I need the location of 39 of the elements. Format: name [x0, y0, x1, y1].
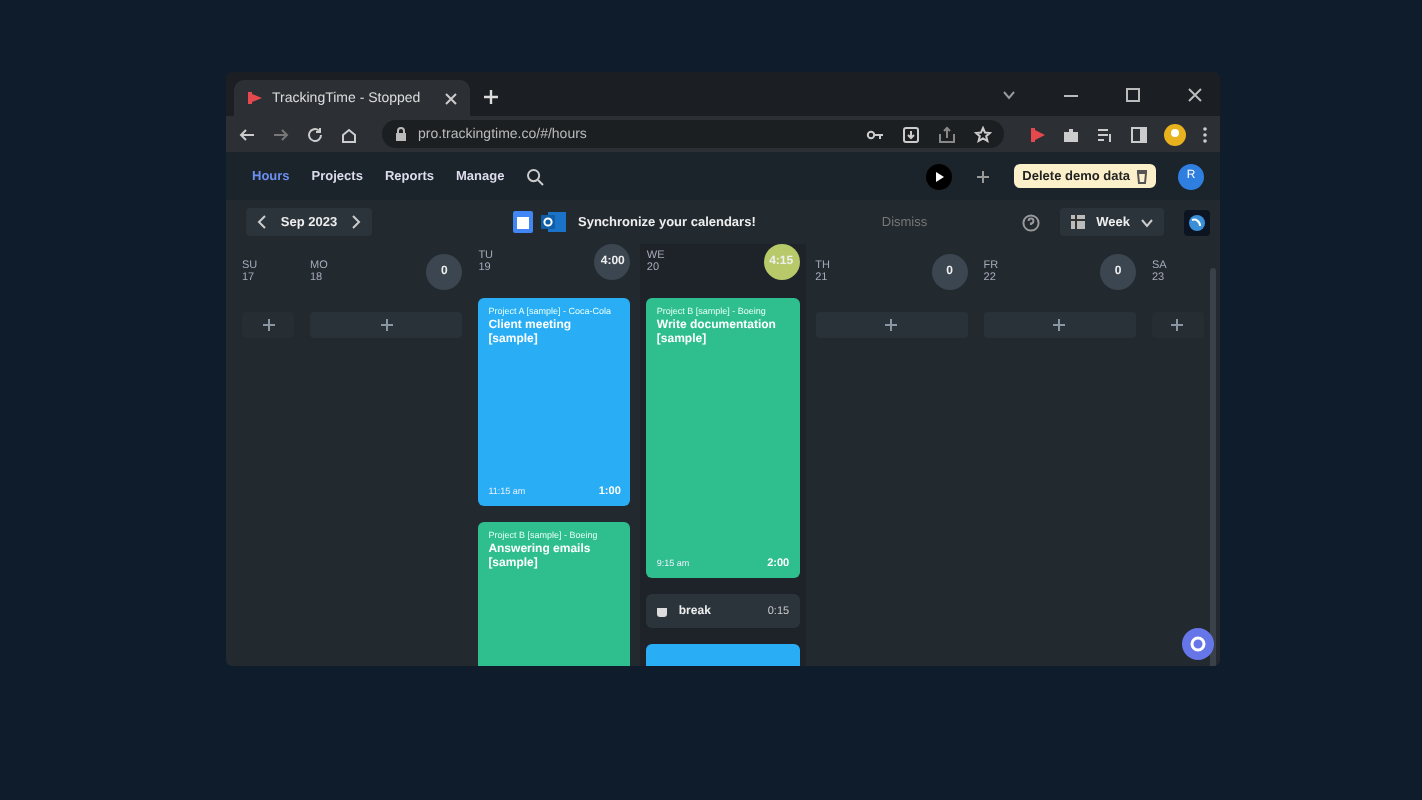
add-entry-button[interactable] [242, 312, 294, 338]
settings-fab-icon[interactable] [1182, 628, 1214, 660]
close-icon[interactable] [1186, 85, 1204, 103]
next-icon[interactable] [350, 214, 362, 230]
add-entry-button[interactable] [1151, 312, 1204, 338]
play-icon[interactable] [926, 163, 953, 189]
add-icon[interactable] [974, 167, 993, 185]
lock-icon[interactable] [394, 126, 408, 142]
prev-icon[interactable] [256, 214, 268, 230]
search-icon[interactable] [526, 167, 545, 185]
star-icon[interactable] [974, 125, 992, 143]
add-icon[interactable] [1052, 318, 1067, 332]
new-tab-icon[interactable] [482, 88, 500, 106]
app-icon[interactable] [246, 90, 262, 106]
add-icon[interactable] [379, 318, 394, 332]
maximize-icon[interactable] [1124, 85, 1142, 103]
back-icon[interactable] [238, 125, 256, 143]
add-icon[interactable] [1170, 318, 1185, 332]
grid-icon[interactable] [1070, 214, 1087, 230]
profile-avatar-icon[interactable] [1164, 123, 1186, 145]
home-icon[interactable] [340, 125, 358, 143]
mail-calendar-icon[interactable] [540, 210, 566, 234]
reload-icon[interactable] [306, 125, 324, 143]
close-icon[interactable] [444, 91, 458, 105]
add-icon[interactable] [884, 318, 899, 332]
forward-icon[interactable] [272, 125, 290, 143]
caret-icon[interactable] [1140, 217, 1154, 227]
add-icon[interactable] [261, 318, 275, 332]
playlist-icon[interactable] [1096, 125, 1114, 143]
extension-app-icon[interactable] [1028, 125, 1046, 143]
key-icon[interactable] [866, 125, 884, 143]
cup-icon[interactable] [656, 605, 671, 617]
help-icon[interactable] [1022, 213, 1041, 231]
calendar-icon[interactable] [512, 210, 534, 234]
trash-icon[interactable] [1136, 168, 1148, 184]
install-icon[interactable] [902, 125, 920, 143]
share-icon[interactable] [938, 125, 956, 143]
more-icon[interactable] [1202, 125, 1208, 143]
sidebar-icon[interactable] [1130, 125, 1148, 143]
